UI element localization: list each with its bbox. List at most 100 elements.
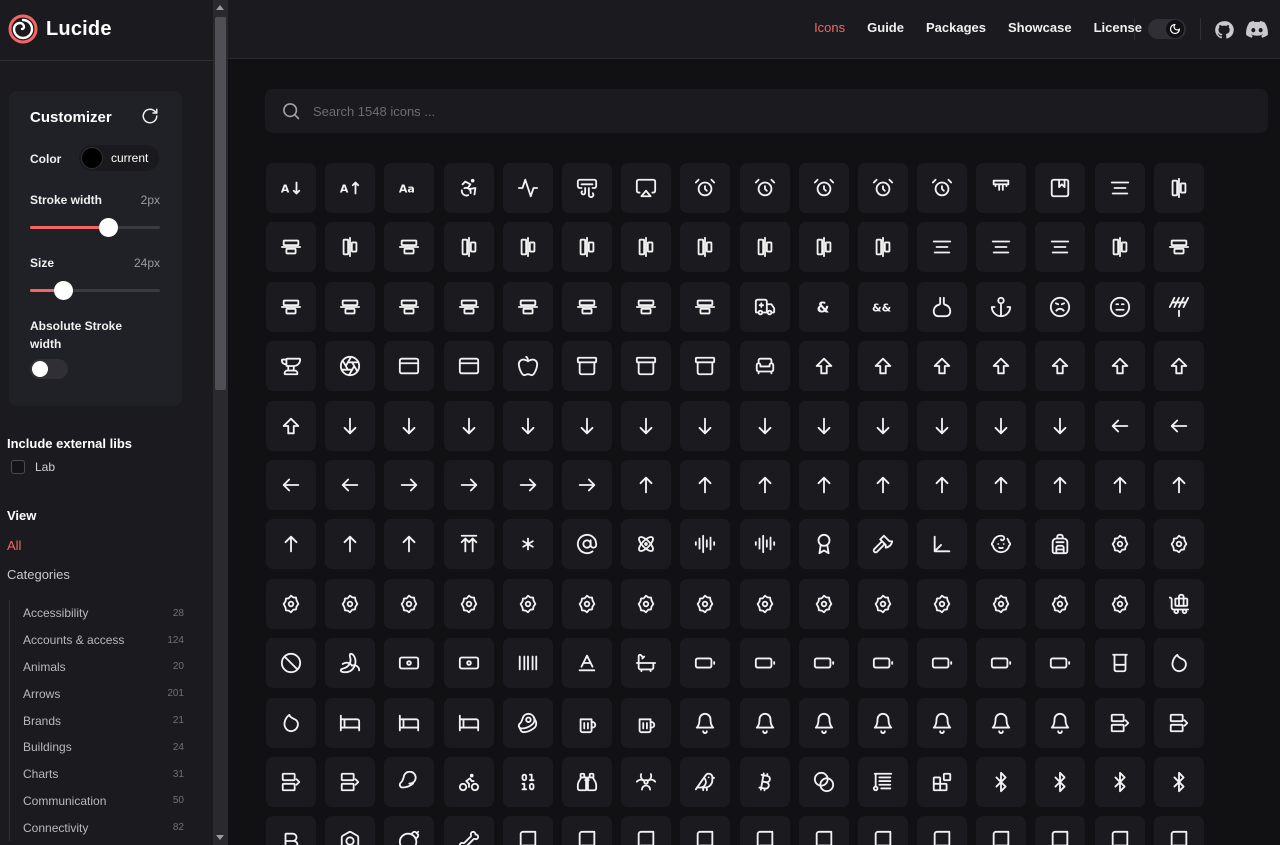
icon-tile-battery-charging[interactable]: [739, 638, 790, 689]
icon-tile-arrow-left-right[interactable]: [266, 459, 316, 510]
icon-tile-between-vertical-end[interactable]: [266, 756, 316, 807]
icon-tile-arrow-down-0-1[interactable]: [384, 400, 435, 451]
category-item[interactable]: Buildings 24: [10, 734, 194, 761]
icon-tile-audio-lines[interactable]: [680, 519, 731, 570]
icon-tile-badge-swiss-franc[interactable]: [1035, 578, 1086, 629]
icon-tile-align-horizontal-justify-start[interactable]: [739, 222, 790, 273]
icon-tile-arrow-down-up[interactable]: [917, 400, 968, 451]
icon-tile-badge-minus[interactable]: [739, 578, 790, 629]
icon-tile-battery-plus[interactable]: [976, 638, 1027, 689]
icon-tile-blinds[interactable]: [857, 756, 908, 807]
icon-tile-barcode[interactable]: [502, 638, 553, 689]
icon-tile-alarm-clock-check[interactable]: [739, 163, 790, 213]
icon-tile-badge-alert[interactable]: [1153, 519, 1204, 570]
icon-tile-battery-warning[interactable]: [1035, 638, 1086, 689]
icon-tile-align-horizontal-justify-end[interactable]: [680, 222, 731, 273]
rotate-cw-icon[interactable]: [141, 107, 159, 125]
search-input[interactable]: [313, 89, 1243, 133]
icon-tile-arrow-down-to-dot[interactable]: [798, 400, 849, 451]
icon-tile-backpack[interactable]: [1035, 519, 1086, 570]
icon-tile-bluetooth-off[interactable]: [1094, 756, 1145, 807]
icon-tile-badge-indian-rupee[interactable]: [561, 578, 612, 629]
icon-tile-align-vertical-distribute-end[interactable]: [325, 281, 376, 332]
icon-tile-beer[interactable]: [561, 697, 612, 748]
icon-tile-baseline[interactable]: [561, 638, 612, 689]
icon-tile-arrow-down-to-line[interactable]: [857, 400, 908, 451]
category-item[interactable]: Accounts & access 124: [10, 627, 194, 654]
lab-label[interactable]: Lab: [35, 460, 55, 474]
icon-tile-bean[interactable]: [1153, 638, 1204, 689]
icon-tile-ban[interactable]: [266, 638, 316, 689]
icon-tile-arrow-up-right[interactable]: [1153, 459, 1204, 510]
icon-tile-arrow-right-to-line[interactable]: [561, 459, 612, 510]
icon-tile-book-heart[interactable]: [976, 816, 1027, 845]
icon-tile-arrow-down-right[interactable]: [739, 400, 790, 451]
icon-tile-arrow-big-up[interactable]: [1153, 341, 1204, 392]
icon-tile-battery-full[interactable]: [798, 638, 849, 689]
icon-tile-arrow-big-up-dash[interactable]: [266, 400, 316, 451]
icon-tile-binoculars[interactable]: [561, 756, 612, 807]
icon-tile-arrow-up-left[interactable]: [1035, 459, 1086, 510]
icon-tile-bell-plus[interactable]: [976, 697, 1027, 748]
icon-tile-book-audio[interactable]: [621, 816, 672, 845]
icon-tile-alarm-clock-off[interactable]: [857, 163, 908, 213]
icon-tile-book-a[interactable]: [561, 816, 612, 845]
icon-tile-ambulance[interactable]: [739, 281, 790, 332]
icon-tile-align-center-horizontal[interactable]: [1153, 163, 1204, 213]
icon-tile-book-down[interactable]: [857, 816, 908, 845]
icon-tile-banknote[interactable]: [384, 638, 435, 689]
view-all-link[interactable]: All: [7, 538, 21, 553]
icon-tile-anchor[interactable]: [976, 281, 1027, 332]
icon-tile-album[interactable]: [1035, 163, 1086, 213]
icon-tile-badge-dollar-sign[interactable]: [384, 578, 435, 629]
icon-tile-arrow-down-a-z[interactable]: [502, 400, 553, 451]
icon-tile-banknote-arrow[interactable]: [443, 638, 494, 689]
icon-tile-arrow-up-down[interactable]: [857, 459, 908, 510]
icon-tile-battery-low[interactable]: [857, 638, 908, 689]
icon-tile-arrow-up-1-0[interactable]: [739, 459, 790, 510]
icon-tile-bed-single[interactable]: [443, 697, 494, 748]
icon-tile-arrow-big-right[interactable]: [1035, 341, 1086, 392]
icon-tile-arrow-up-z-a[interactable]: [384, 519, 435, 570]
icon-tile-arrow-up-narrow-wide[interactable]: [1094, 459, 1145, 510]
icon-tile-badge-russian-ruble[interactable]: [976, 578, 1027, 629]
icon-tile-arrow-right-left[interactable]: [502, 459, 553, 510]
icon-tile-arrow-up-from-dot[interactable]: [917, 459, 968, 510]
icon-tile-bed[interactable]: [325, 697, 376, 748]
icon-tile-anvil[interactable]: [266, 341, 316, 392]
icon-tile-between-horizontal-end[interactable]: [1094, 697, 1145, 748]
stroke-width-slider[interactable]: [30, 218, 160, 237]
icon-tile-align-left[interactable]: [976, 222, 1027, 273]
github-icon[interactable]: [1214, 20, 1234, 40]
icon-tile-badge-cent[interactable]: [266, 578, 316, 629]
icon-tile-bell-minus[interactable]: [857, 697, 908, 748]
icon-tile-bean-off[interactable]: [266, 697, 316, 748]
icon-tile-arrow-up-from-line[interactable]: [976, 459, 1027, 510]
icon-tile-atom[interactable]: [621, 519, 672, 570]
icon-tile-award[interactable]: [798, 519, 849, 570]
icon-tile-apple[interactable]: [502, 341, 553, 392]
icon-tile-bell-dot[interactable]: [739, 697, 790, 748]
icon-tile-beaker[interactable]: [1094, 638, 1145, 689]
color-picker[interactable]: current: [79, 145, 159, 171]
category-item[interactable]: Brands 21: [10, 707, 194, 734]
icon-tile-a-large-small[interactable]: Aa: [384, 163, 435, 213]
icon-tile-bomb[interactable]: [384, 816, 435, 845]
icon-tile-beef[interactable]: [502, 697, 553, 748]
icon-tile-align-horizontal-space-around[interactable]: [798, 222, 849, 273]
category-item[interactable]: Communication 50: [10, 788, 194, 815]
icon-tile-arrow-up-0-1[interactable]: [680, 459, 731, 510]
icon-tile-book-check[interactable]: [680, 816, 731, 845]
category-item[interactable]: Connectivity 82: [10, 814, 194, 841]
logo[interactable]: Lucide: [8, 14, 112, 44]
icon-tile-arrow-down-z-a[interactable]: [1035, 400, 1086, 451]
icon-tile-book[interactable]: [502, 816, 553, 845]
icon-tile-bluetooth[interactable]: [976, 756, 1027, 807]
nav-link-showcase[interactable]: Showcase: [1008, 20, 1072, 35]
icon-tile-align-horizontal-space-between[interactable]: [857, 222, 908, 273]
icon-tile-badge-check[interactable]: [325, 578, 376, 629]
icon-tile-badge-euro[interactable]: [443, 578, 494, 629]
icon-tile-bell-ring[interactable]: [1035, 697, 1086, 748]
lab-checkbox[interactable]: [11, 460, 25, 474]
icon-tile-blocks[interactable]: [917, 756, 968, 807]
